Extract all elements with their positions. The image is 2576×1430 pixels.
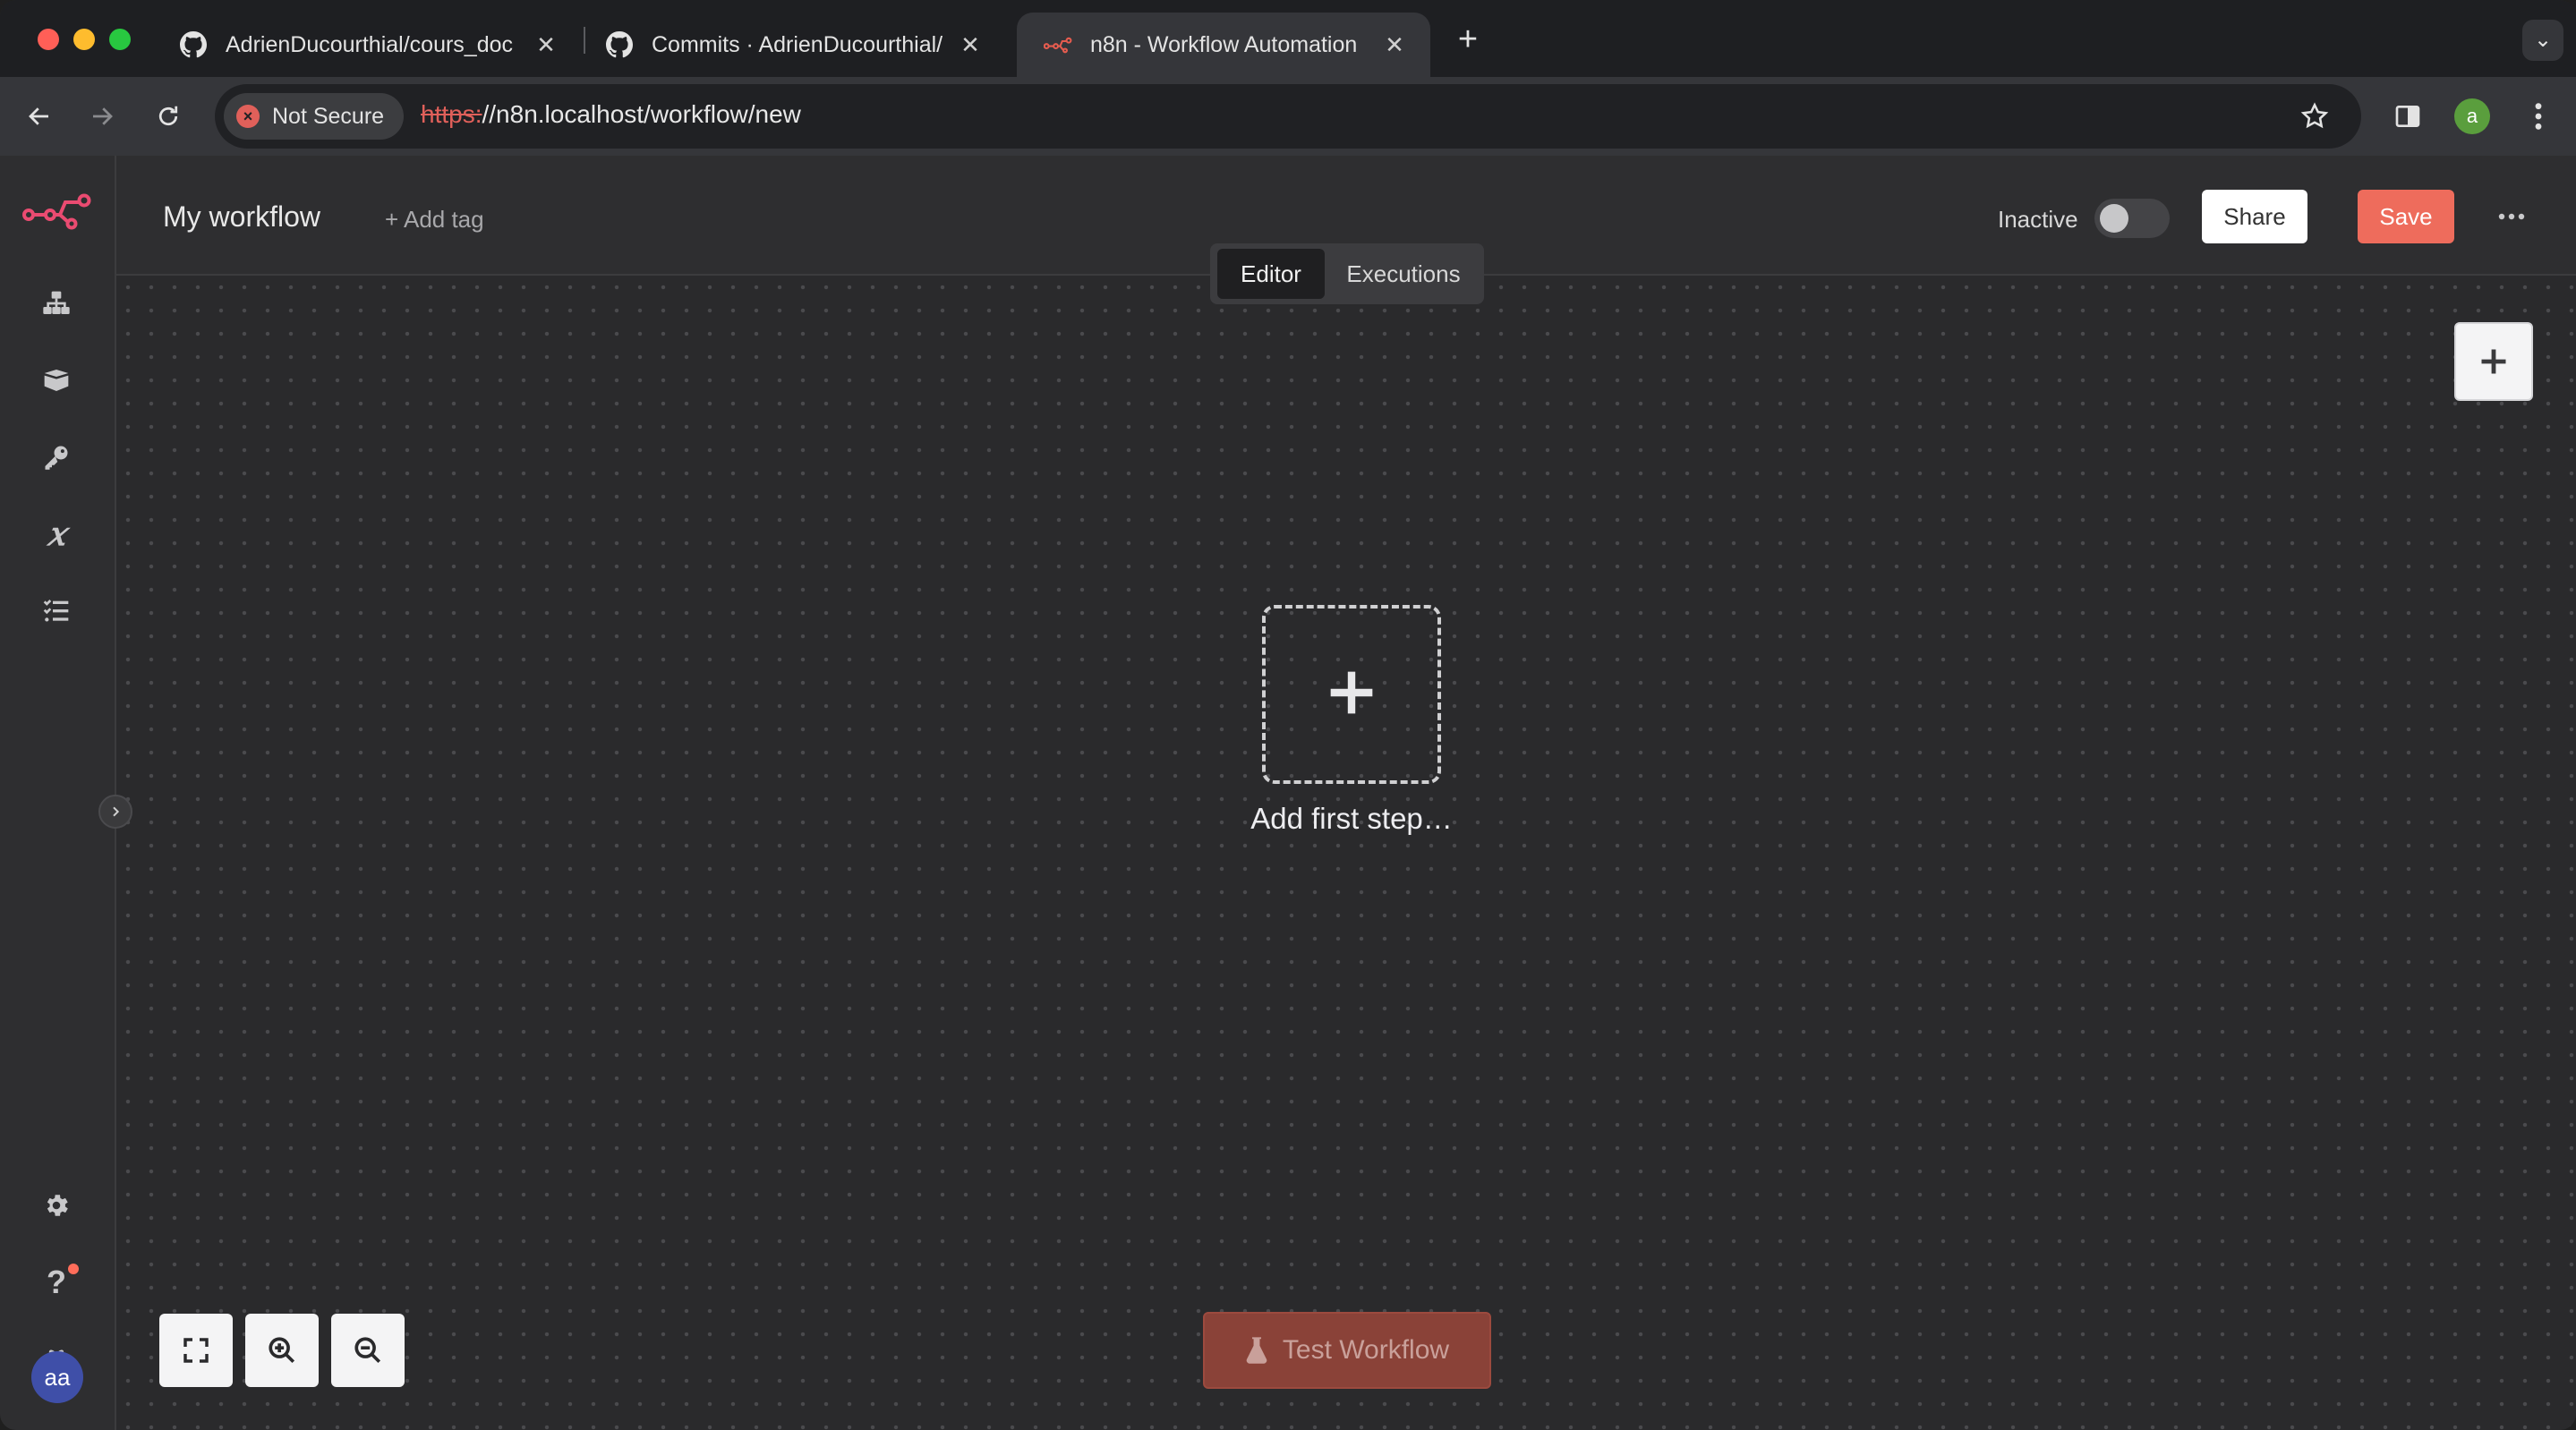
github-icon	[179, 30, 208, 59]
n8n-logo[interactable]	[21, 192, 93, 231]
close-tab-icon[interactable]: ✕	[956, 30, 985, 59]
add-first-step-label: Add first step…	[1250, 802, 1453, 835]
profile-avatar[interactable]: a	[2454, 98, 2490, 134]
tab-executions[interactable]: Executions	[1330, 249, 1477, 299]
workflows-icon[interactable]	[36, 283, 77, 324]
not-secure-icon: ×	[236, 105, 260, 128]
maximize-window-button[interactable]	[109, 29, 131, 50]
fit-view-icon[interactable]	[159, 1314, 233, 1387]
zoom-out-icon[interactable]	[331, 1314, 405, 1387]
notification-dot	[68, 1264, 79, 1274]
user-avatar[interactable]: aa	[31, 1351, 83, 1403]
tab-bar: AdrienDucourthial/cours_doc ✕ Commits · …	[0, 0, 2576, 77]
active-toggle[interactable]	[2094, 199, 2170, 238]
more-options-icon[interactable]	[2494, 199, 2529, 234]
zoom-in-icon[interactable]	[245, 1314, 319, 1387]
tab-search-button[interactable]: ⌄	[2522, 20, 2563, 61]
tab-title: n8n - Workflow Automation	[1090, 31, 1358, 57]
side-panel-icon[interactable]	[2386, 95, 2429, 138]
url-text[interactable]: https://n8n.localhost/workflow/new	[421, 100, 801, 129]
executions-icon[interactable]	[36, 591, 77, 632]
tab-title: AdrienDucourthial/cours_doc	[226, 31, 514, 57]
test-workflow-button[interactable]: Test Workflow	[1203, 1312, 1491, 1389]
add-tag-button[interactable]: + Add tag	[385, 206, 484, 234]
reload-icon[interactable]	[147, 95, 190, 138]
toggle-knob	[2100, 204, 2128, 233]
url-rest: //n8n.localhost/workflow/new	[482, 100, 801, 128]
variables-icon[interactable]: 𝑥	[36, 514, 77, 555]
minimize-window-button[interactable]	[73, 29, 95, 50]
security-label: Not Secure	[272, 103, 385, 129]
bookmark-star-icon[interactable]	[2291, 93, 2338, 140]
browser-toolbar: × Not Secure https://n8n.localhost/workf…	[0, 77, 2576, 156]
settings-icon[interactable]	[36, 1185, 77, 1226]
browser-menu-icon[interactable]	[2521, 95, 2556, 138]
new-tab-button[interactable]: +	[1450, 21, 1486, 57]
templates-icon[interactable]	[36, 360, 77, 401]
editor-executions-switch: Editor Executions	[1210, 243, 1484, 304]
close-window-button[interactable]	[38, 29, 59, 50]
browser-tab-3-active[interactable]: n8n - Workflow Automation ✕	[1017, 13, 1430, 77]
forward-icon[interactable]	[81, 95, 124, 138]
workflow-canvas[interactable]	[116, 276, 2576, 1430]
security-chip[interactable]: × Not Secure	[224, 93, 405, 140]
expand-sidebar-chevron-icon[interactable]	[98, 795, 132, 829]
credentials-icon[interactable]	[36, 437, 77, 478]
save-button[interactable]: Save	[2358, 190, 2454, 243]
test-workflow-label: Test Workflow	[1282, 1335, 1450, 1365]
plus-icon	[1326, 668, 1377, 722]
github-icon	[605, 30, 634, 59]
share-button[interactable]: Share	[2202, 190, 2307, 243]
browser-tab-1[interactable]: AdrienDucourthial/cours_doc ✕	[152, 13, 582, 77]
browser-window: AdrienDucourthial/cours_doc ✕ Commits · …	[0, 0, 2576, 1430]
app-sidebar: 𝑥 ? aa	[0, 156, 116, 1430]
flask-icon	[1245, 1337, 1268, 1364]
add-first-step-button[interactable]	[1262, 605, 1441, 784]
n8n-icon	[1044, 30, 1072, 59]
workflow-name[interactable]: My workflow	[163, 200, 320, 234]
tab-title: Commits · AdrienDucourthial/	[652, 31, 943, 57]
address-bar[interactable]: × Not Secure https://n8n.localhost/workf…	[215, 84, 2361, 149]
browser-tab-2[interactable]: Commits · AdrienDucourthial/ ✕	[578, 13, 1006, 77]
tab-editor[interactable]: Editor	[1217, 249, 1325, 299]
close-tab-icon[interactable]: ✕	[1380, 30, 1409, 59]
workflow-status-label: Inactive	[1998, 206, 2078, 233]
open-nodes-panel-button[interactable]	[2454, 322, 2533, 401]
back-icon[interactable]	[18, 95, 61, 138]
close-tab-icon[interactable]: ✕	[532, 30, 560, 59]
url-scheme: https:	[421, 100, 482, 128]
